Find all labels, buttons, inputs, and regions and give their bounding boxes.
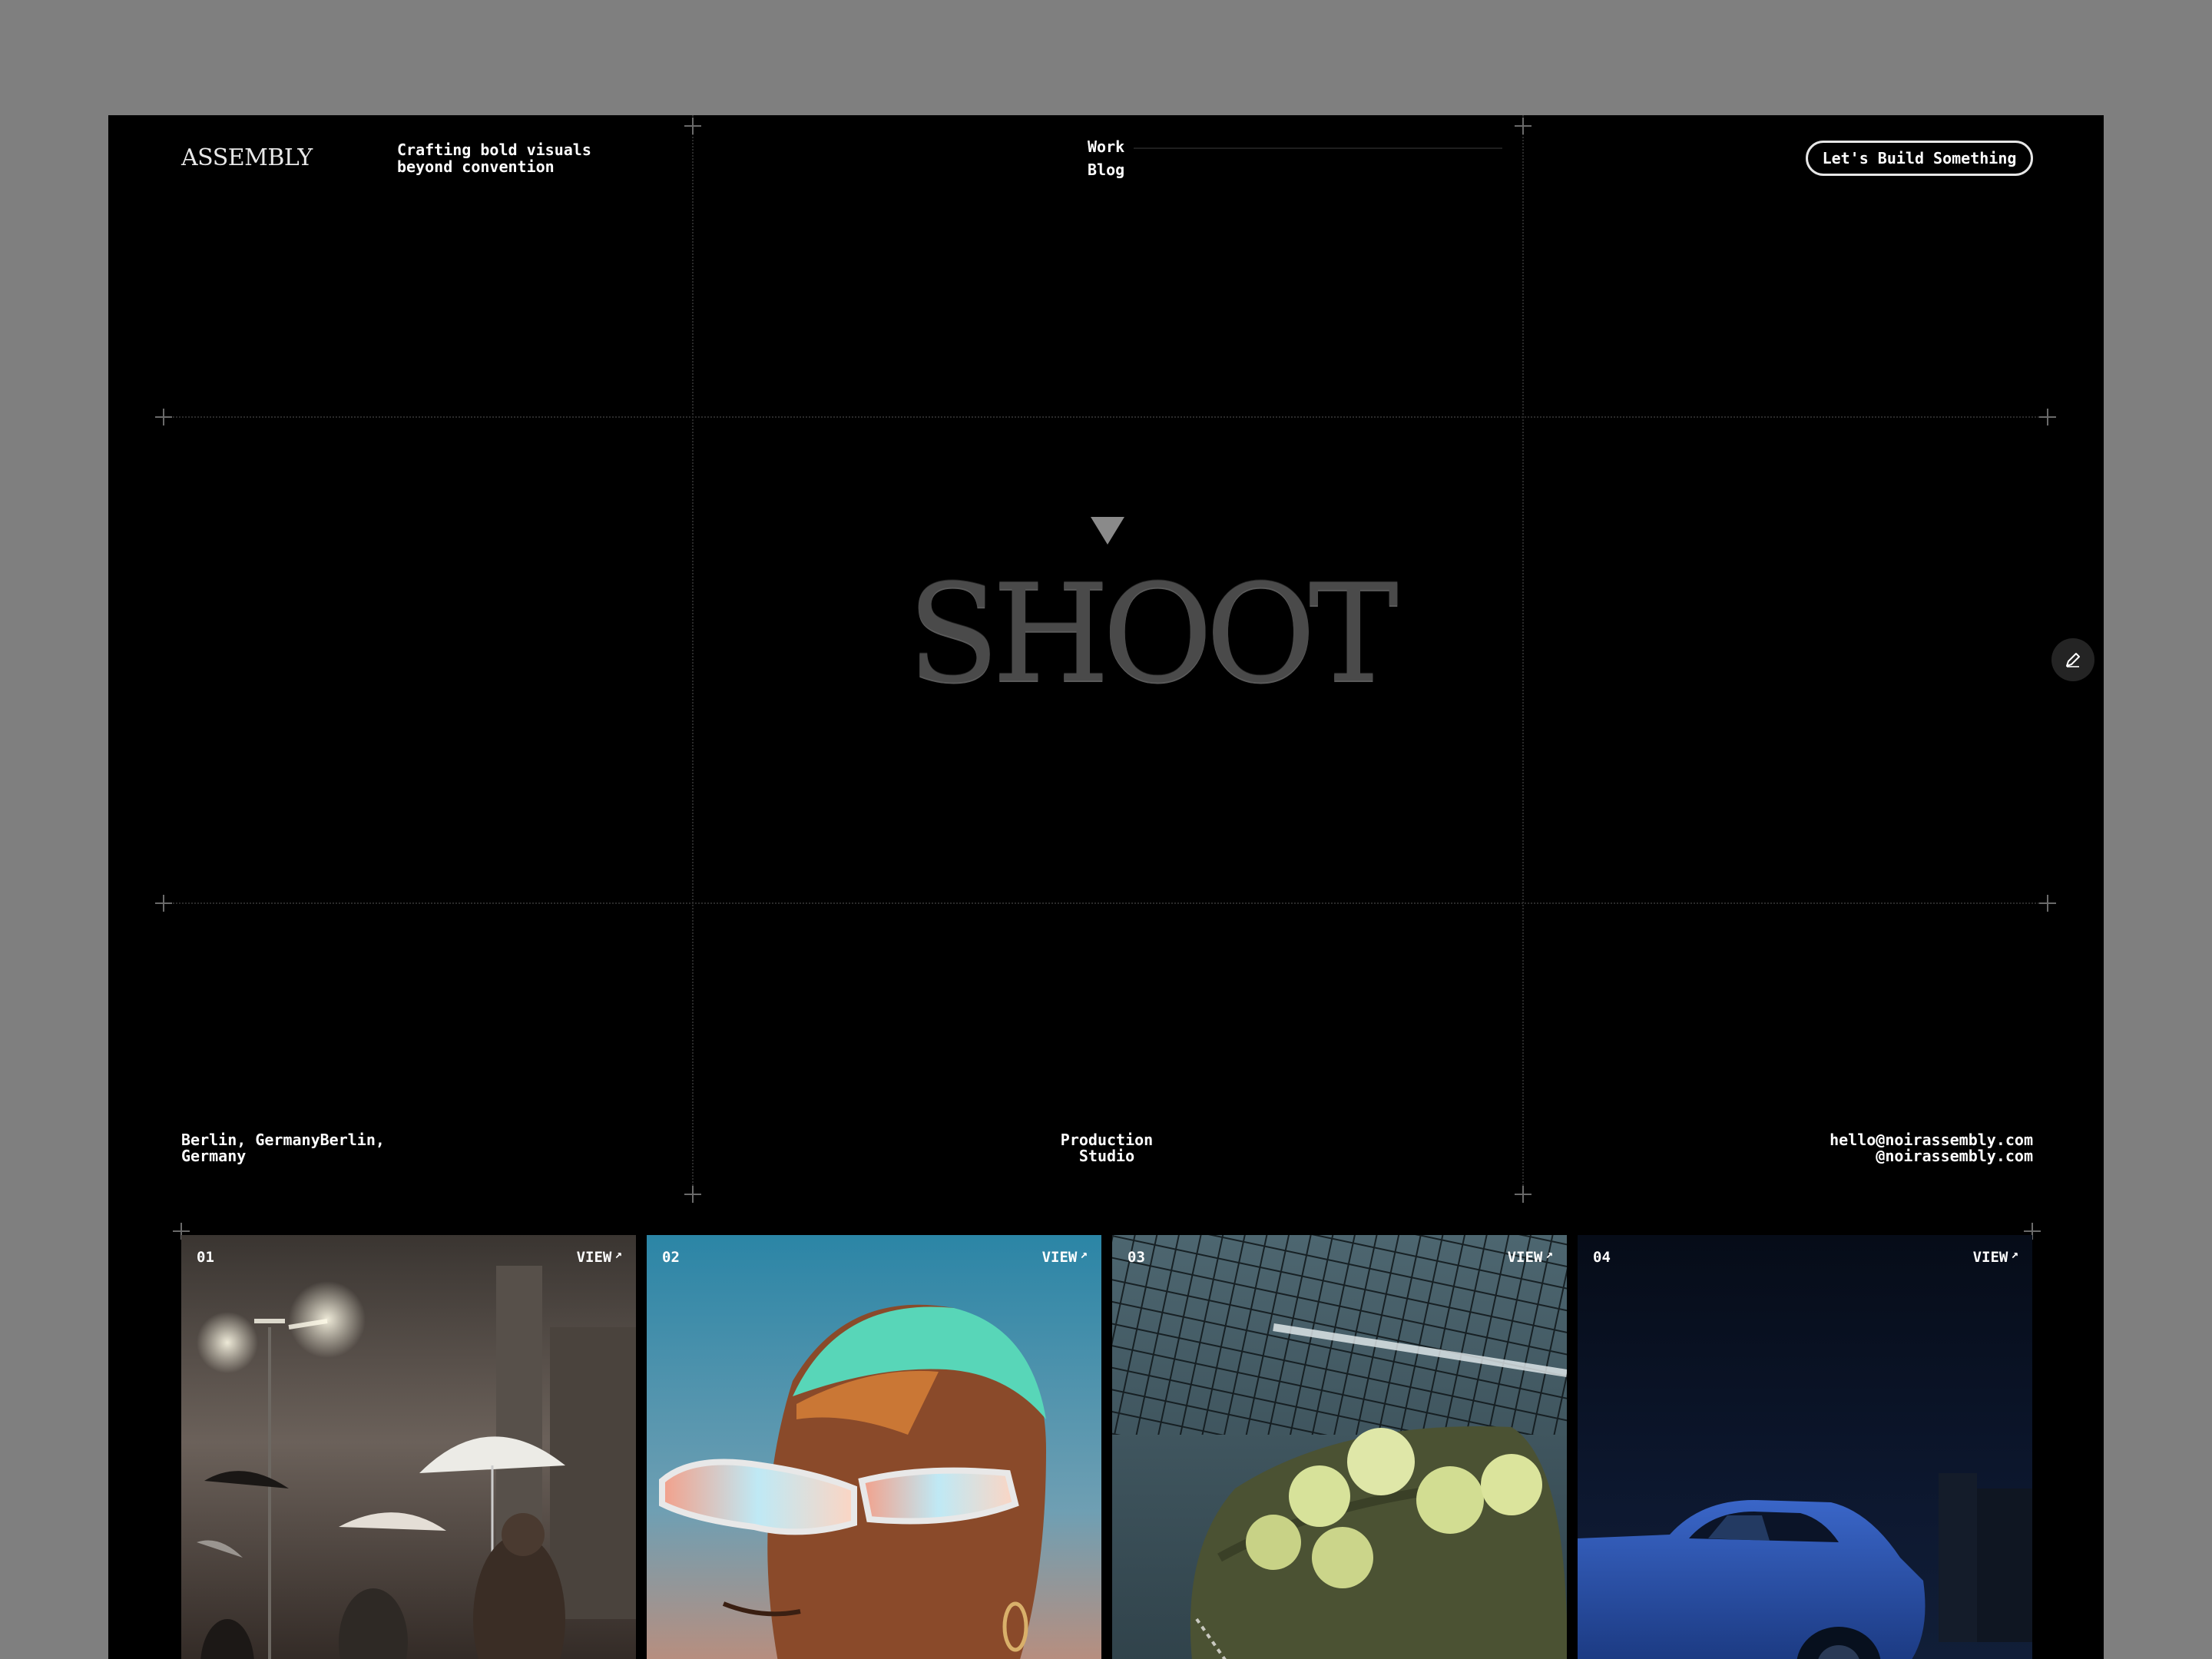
view-link[interactable]: VIEW ↗	[1507, 1247, 1553, 1267]
studio-line: Production	[1060, 1131, 1154, 1149]
lets-build-something-button[interactable]: Let's Build Something	[1806, 141, 2033, 176]
email-link[interactable]: hello@noirassembly.com	[1767, 1132, 2033, 1148]
crosshair-mark	[2039, 895, 2056, 912]
view-link[interactable]: VIEW ↗	[1972, 1247, 2018, 1267]
project-number: 02	[662, 1249, 680, 1266]
grid-line-horizontal	[164, 902, 2048, 904]
project-grid: 01 VIEW ↗ 02 VIEW ↗ 03 VIEW ↗ 04 VIEW ↗	[181, 1235, 2034, 1659]
location-line: Germany	[181, 1147, 247, 1165]
view-label: VIEW	[1507, 1249, 1543, 1266]
project-number: 04	[1593, 1249, 1611, 1266]
crosshair-mark	[684, 1186, 701, 1203]
social-handle-link[interactable]: @noirassembly.com	[1767, 1148, 2033, 1164]
tagline-line: beyond convention	[397, 157, 555, 176]
project-image-portrait	[647, 1235, 1101, 1659]
view-label: VIEW	[1041, 1249, 1078, 1266]
arrow-up-right-icon: ↗	[2011, 1247, 2018, 1261]
view-label: VIEW	[576, 1249, 612, 1266]
project-image-tennis	[1112, 1235, 1567, 1659]
pencil-icon	[2066, 653, 2080, 667]
arrow-up-right-icon: ↗	[1545, 1247, 1553, 1261]
nav-divider	[1134, 147, 1502, 149]
site-frame: ASSEMBLY Crafting bold visuals beyond co…	[108, 115, 2104, 1659]
site-logo[interactable]: ASSEMBLY	[181, 144, 313, 171]
grid-line-vertical	[692, 115, 694, 1198]
studio-info: Production Studio	[1030, 1132, 1184, 1164]
crosshair-mark	[2039, 409, 2056, 426]
project-card-02[interactable]: 02 VIEW ↗	[647, 1235, 1101, 1659]
view-label: VIEW	[1972, 1249, 2008, 1266]
tagline-line: Crafting bold visuals	[397, 141, 591, 159]
crosshair-mark	[684, 118, 701, 134]
site-tagline: Crafting bold visuals beyond convention	[397, 141, 591, 175]
grid-line-horizontal	[164, 416, 2048, 418]
project-card-01[interactable]: 01 VIEW ↗	[181, 1235, 636, 1659]
view-link[interactable]: VIEW ↗	[576, 1247, 622, 1267]
crosshair-mark	[155, 409, 172, 426]
crosshair-mark	[1515, 1186, 1532, 1203]
project-number: 01	[197, 1249, 214, 1266]
crosshair-mark	[1515, 118, 1532, 134]
studio-line: Studio	[1078, 1147, 1135, 1165]
project-image-car	[1578, 1235, 2032, 1659]
project-image-rain	[181, 1235, 636, 1659]
grid-line-vertical	[1522, 115, 1524, 1198]
nav-item-blog[interactable]: Blog	[1088, 158, 1124, 181]
project-number: 03	[1128, 1249, 1145, 1266]
edit-button[interactable]	[2051, 638, 2094, 681]
arrow-up-right-icon: ↗	[1080, 1247, 1088, 1261]
triangle-down-icon	[1091, 517, 1124, 545]
arrow-up-right-icon: ↗	[614, 1247, 622, 1261]
location-info: Berlin, GermanyBerlin, Germany	[181, 1132, 385, 1164]
project-card-04[interactable]: 04 VIEW ↗	[1578, 1235, 2032, 1659]
main-nav: Work Blog	[1088, 135, 1124, 181]
view-link[interactable]: VIEW ↗	[1041, 1247, 1088, 1267]
project-card-03[interactable]: 03 VIEW ↗	[1112, 1235, 1567, 1659]
nav-item-work[interactable]: Work	[1088, 135, 1124, 158]
location-line: Berlin, GermanyBerlin,	[181, 1131, 385, 1149]
crosshair-mark	[155, 895, 172, 912]
contact-info: hello@noirassembly.com @noirassembly.com	[1767, 1132, 2033, 1164]
hero-title: SHOOT	[907, 555, 1399, 713]
